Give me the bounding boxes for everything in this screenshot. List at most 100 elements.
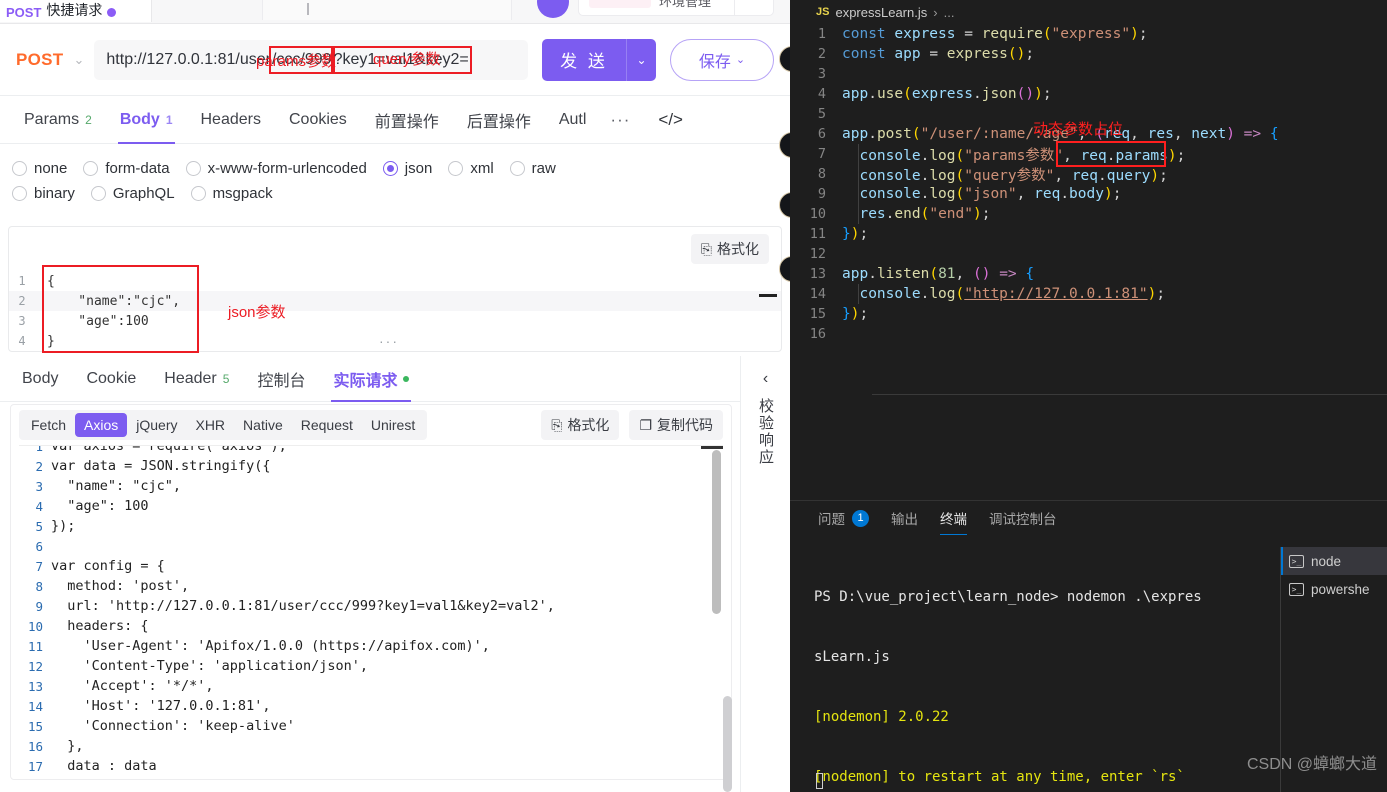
code-scrollbar[interactable] (712, 450, 721, 614)
resp-tab-console[interactable]: 控制台 (243, 356, 319, 402)
lang-unirest[interactable]: Unirest (362, 413, 424, 437)
resp-tab-actual-request[interactable]: 实际请求 (319, 356, 423, 402)
radio-json[interactable]: json (382, 160, 432, 177)
code-line: 3 "name": "cjc", (19, 476, 723, 496)
edge-button-2[interactable] (779, 132, 790, 158)
code-view-icon[interactable]: </> (658, 110, 683, 130)
line-number: 8 (35, 578, 43, 594)
line-content: app.use(express.json()); (842, 86, 1052, 102)
editor-line: 12 (790, 244, 1387, 264)
radio-form-data[interactable]: form-data (83, 160, 170, 177)
generated-code-area[interactable]: 1 var axios = require('axios'); 2 var data… (19, 445, 723, 771)
edge-button-3[interactable] (779, 192, 790, 218)
panel-tabs: 问题 1 输出 终端 调试控制台 (790, 501, 1387, 535)
response-tabs: Body Cookie Header 5 控制台 实际请求 (0, 356, 740, 402)
new-tab-placeholder[interactable] (262, 0, 512, 20)
status-dot (403, 375, 410, 382)
edge-button-4[interactable] (779, 256, 790, 282)
line-number: 3 (18, 314, 26, 328)
lang-native[interactable]: Native (234, 413, 292, 437)
lang-axios[interactable]: Axios (75, 413, 128, 437)
code-line: 8 method: 'post', (19, 576, 723, 596)
line-content: 'Host': '127.0.0.1:81', (51, 698, 271, 714)
line-content: var data = JSON.stringify({ (51, 458, 271, 474)
breadcrumb-file[interactable]: expressLearn.js (835, 5, 927, 20)
request-tab-active[interactable]: POST 快捷请求 (0, 0, 152, 22)
tab-cookies[interactable]: Cookies (275, 96, 361, 144)
radio-graphql[interactable]: GraphQL (90, 185, 175, 202)
code-line: 6 (19, 536, 723, 556)
environment-selector[interactable]: 环境管理 (578, 0, 774, 16)
send-button[interactable]: 发 送 (542, 38, 626, 81)
tab-pre-operation[interactable]: 前置操作 (361, 96, 453, 144)
editor-line: 4 app.use(express.json()); (790, 84, 1387, 104)
radio-msgpack[interactable]: msgpack (190, 185, 273, 202)
radio-raw[interactable]: raw (509, 160, 556, 177)
save-button[interactable]: 保存 ⌄ (670, 38, 774, 81)
tab-headers[interactable]: Headers (187, 96, 275, 144)
json-body-editor[interactable]: ⎘ 格式化 1 { 2 "name":"cjc", 3 "age":100 4 … (8, 226, 782, 352)
breadcrumb-more[interactable]: ... (944, 5, 955, 20)
request-url-bar: POST ⌄ http://127.0.0.1:81/user/ccc/999?… (0, 24, 790, 96)
tab-auth[interactable]: Autl (545, 96, 601, 144)
panel-tab-output[interactable]: 输出 (891, 501, 918, 535)
lang-fetch[interactable]: Fetch (22, 413, 75, 437)
panel-tab-output-label: 输出 (891, 512, 918, 527)
terminal-list-item-node[interactable]: >_ node (1281, 547, 1387, 575)
send-dropdown-button[interactable]: ⌄ (626, 38, 656, 81)
breadcrumb[interactable]: JS expressLearn.js › ... (816, 0, 954, 24)
annotation-query: query参数 (373, 51, 441, 68)
line-number: 8 (817, 166, 826, 182)
radio-none[interactable]: none (12, 160, 67, 177)
tab-params[interactable]: Params 2 (10, 96, 106, 144)
tab-body-label: Body (119, 110, 160, 128)
json-resize-dots[interactable]: ··· (379, 333, 399, 349)
resp-tab-body[interactable]: Body (8, 356, 72, 402)
panel-tab-debug-console[interactable]: 调试控制台 (989, 501, 1057, 535)
copy-code-button[interactable]: ❐ 复制代码 (629, 410, 723, 440)
lang-request[interactable]: Request (292, 413, 362, 437)
radio-urlencoded[interactable]: x-www-form-urlencoded (185, 160, 367, 177)
tab-auth-label: Autl (558, 110, 587, 128)
line-number: 6 (35, 538, 43, 554)
resp-tab-header[interactable]: Header 5 (150, 356, 243, 402)
format-json-button[interactable]: ⎘ 格式化 (690, 234, 769, 264)
method-selector[interactable]: POST ⌄ (16, 41, 94, 79)
resp-tab-cookie[interactable]: Cookie (72, 356, 150, 402)
radio-binary[interactable]: binary (12, 185, 75, 202)
editor-line: 8 console.log("query参数", req.query); (790, 164, 1387, 184)
tab-post-operation-label: 后置操作 (466, 113, 531, 131)
tabs-overflow-icon[interactable]: ··· (600, 110, 640, 130)
panel-tab-terminal[interactable]: 终端 (940, 501, 967, 535)
verify-response-label[interactable]: 校验响应 (755, 398, 776, 466)
code-line: 1 var axios = require('axios'); (19, 446, 723, 456)
edge-button-1[interactable] (779, 46, 790, 72)
avatar[interactable] (537, 0, 569, 18)
language-toolbar: Fetch Axios jQuery XHR Native Request Un… (11, 405, 731, 445)
radio-xml[interactable]: xml (448, 160, 494, 177)
environment-chip (589, 0, 651, 8)
line-content: console.log("http://127.0.0.1:81"); (859, 286, 1166, 302)
code-editor[interactable]: 1 const express = require("express"); 2 co… (790, 24, 1387, 490)
terminal-output[interactable]: PS D:\vue_project\learn_node> nodemon .\… (814, 547, 1259, 792)
line-content: "name":"cjc", (47, 293, 181, 309)
tab-body[interactable]: Body 1 (106, 96, 187, 144)
radio-xml-label: xml (470, 160, 494, 177)
line-content: 'Accept': '*/*', (51, 678, 214, 694)
lang-jquery[interactable]: jQuery (127, 413, 186, 437)
line-number: 14 (809, 286, 826, 302)
javascript-file-icon: JS (816, 6, 830, 18)
editor-line: 2 const app = express(); (790, 44, 1387, 64)
chevron-left-icon[interactable]: ‹ (763, 370, 768, 388)
format-code-button[interactable]: ⎘ 格式化 (541, 410, 620, 440)
line-number: 9 (817, 186, 826, 202)
lang-xhr[interactable]: XHR (186, 413, 234, 437)
json-editor-toolbar: ⎘ 格式化 (9, 227, 781, 271)
line-content: res.end("end"); (859, 206, 991, 222)
format-label: 格式化 (717, 241, 759, 257)
tab-post-operation[interactable]: 后置操作 (453, 96, 545, 144)
panel-tab-problems[interactable]: 问题 1 (818, 501, 869, 535)
panel-scrollbar[interactable] (723, 696, 732, 792)
code-scroll-top-marker (701, 446, 723, 449)
terminal-list-item-powershell[interactable]: >_ powershe (1281, 575, 1387, 603)
